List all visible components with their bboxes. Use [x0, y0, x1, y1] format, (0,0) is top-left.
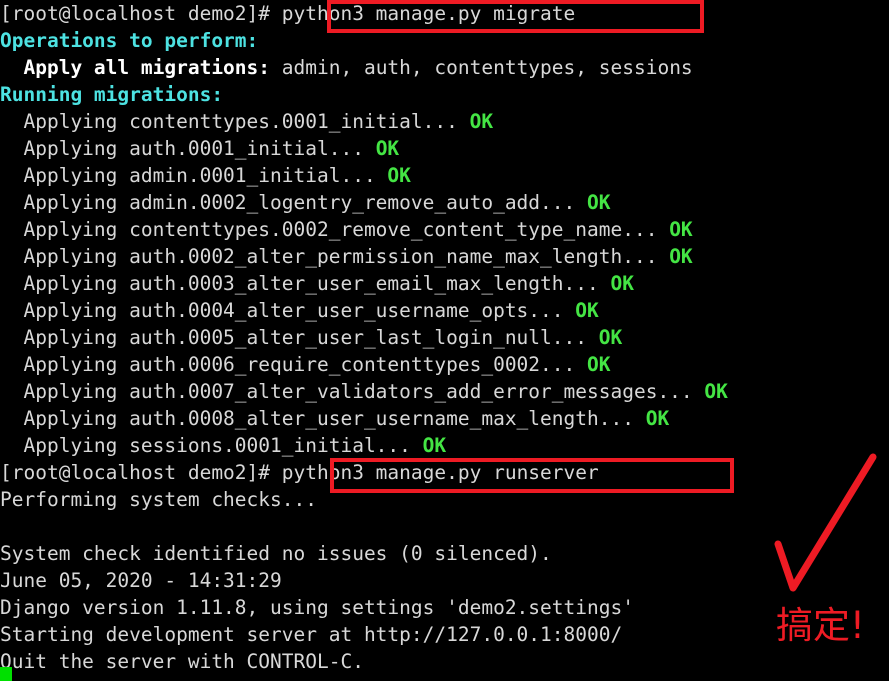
- line-operations: Operations to perform:: [0, 27, 889, 54]
- text-segment: OK: [563, 299, 599, 322]
- line-mig-6: Applying auth.0002_alter_permission_name…: [0, 243, 889, 270]
- terminal-output: [root@localhost demo2]# python3 manage.p…: [0, 0, 889, 675]
- line-date: June 05, 2020 - 14:31:29: [0, 567, 889, 594]
- text-segment: Applying auth.0008_alter_user_username_m…: [0, 407, 634, 430]
- text-segment: Applying auth.0007_alter_validators_add_…: [0, 380, 693, 403]
- text-segment: Applying admin.0002_logentry_remove_auto…: [0, 191, 576, 214]
- line-mig-8: Applying auth.0004_alter_user_username_o…: [0, 297, 889, 324]
- text-segment: OK: [575, 353, 611, 376]
- text-segment: Applying auth.0001_initial...: [0, 137, 364, 160]
- text-segment: Applying auth.0006_require_contenttypes_…: [0, 353, 576, 376]
- line-running: Running migrations:: [0, 81, 889, 108]
- text-segment: Applying auth.0002_alter_permission_name…: [0, 245, 658, 268]
- text-segment: Operations to perform:: [0, 29, 259, 52]
- line-starting: Starting development server at http://12…: [0, 621, 889, 648]
- text-segment: OK: [692, 380, 728, 403]
- text-segment: Starting development server at http://12…: [0, 623, 623, 646]
- text-segment: Applying auth.0005_alter_user_last_login…: [0, 326, 587, 349]
- text-segment: python3 manage.py runserver: [281, 461, 599, 484]
- text-segment: Apply all migrations:: [0, 56, 271, 79]
- text-segment: June 05, 2020 - 14:31:29: [0, 569, 282, 592]
- text-segment: Applying auth.0003_alter_user_email_max_…: [0, 272, 599, 295]
- line-performing: Performing system checks...: [0, 486, 889, 513]
- line-mig-3: Applying admin.0001_initial... OK: [0, 162, 889, 189]
- text-segment: OK: [410, 434, 447, 457]
- line-mig-4: Applying admin.0002_logentry_remove_auto…: [0, 189, 889, 216]
- text-segment: OK: [457, 110, 494, 133]
- text-segment: Running migrations:: [0, 83, 224, 106]
- line-syscheck: System check identified no issues (0 sil…: [0, 540, 889, 567]
- text-segment: Applying sessions.0001_initial...: [0, 434, 411, 457]
- text-segment: python3 manage.py migrate: [281, 2, 576, 25]
- text-segment: OK: [587, 326, 623, 349]
- text-segment: [root@localhost demo2]#: [0, 461, 282, 484]
- text-segment: Quit the server with CONTROL-C.: [0, 650, 364, 673]
- text-segment: Django version 1.11.8, using settings 'd…: [0, 596, 634, 619]
- text-segment: OK: [657, 245, 693, 268]
- line-mig-10: Applying auth.0006_require_contenttypes_…: [0, 351, 889, 378]
- text-segment: Applying contenttypes.0002_remove_conten…: [0, 218, 658, 241]
- text-segment: admin, auth, contenttypes, sessions: [270, 56, 693, 79]
- line-mig-13: Applying sessions.0001_initial... OK: [0, 432, 889, 459]
- line-apply-all: Apply all migrations: admin, auth, conte…: [0, 54, 889, 81]
- line-prompt-runserver: [root@localhost demo2]# python3 manage.p…: [0, 459, 889, 486]
- text-segment: Applying admin.0001_initial...: [0, 164, 376, 187]
- text-segment: [root@localhost demo2]#: [0, 2, 282, 25]
- text-segment: OK: [633, 407, 670, 430]
- line-mig-9: Applying auth.0005_alter_user_last_login…: [0, 324, 889, 351]
- text-segment: OK: [657, 218, 693, 241]
- text-segment: OK: [363, 137, 400, 160]
- line-mig-5: Applying contenttypes.0002_remove_conten…: [0, 216, 889, 243]
- line-blank-1: [0, 513, 889, 540]
- text-segment: Performing system checks...: [0, 488, 317, 511]
- text-segment: OK: [375, 164, 411, 187]
- text-segment: Applying contenttypes.0001_initial...: [0, 110, 458, 133]
- terminal-cursor: [0, 667, 12, 681]
- terminal-window[interactable]: [root@localhost demo2]# python3 manage.p…: [0, 0, 889, 681]
- line-mig-12: Applying auth.0008_alter_user_username_m…: [0, 405, 889, 432]
- text-segment: OK: [575, 191, 611, 214]
- line-mig-7: Applying auth.0003_alter_user_email_max_…: [0, 270, 889, 297]
- line-prompt-migrate: [root@localhost demo2]# python3 manage.p…: [0, 0, 889, 27]
- line-mig-1: Applying contenttypes.0001_initial... OK: [0, 108, 889, 135]
- annotation-note-text: 搞定!: [776, 604, 865, 647]
- line-mig-11: Applying auth.0007_alter_validators_add_…: [0, 378, 889, 405]
- text-segment: Applying auth.0004_alter_user_username_o…: [0, 299, 564, 322]
- line-version: Django version 1.11.8, using settings 'd…: [0, 594, 889, 621]
- line-mig-2: Applying auth.0001_initial... OK: [0, 135, 889, 162]
- text-segment: System check identified no issues (0 sil…: [0, 542, 552, 565]
- line-quit: Quit the server with CONTROL-C.: [0, 648, 889, 675]
- text-segment: OK: [598, 272, 634, 295]
